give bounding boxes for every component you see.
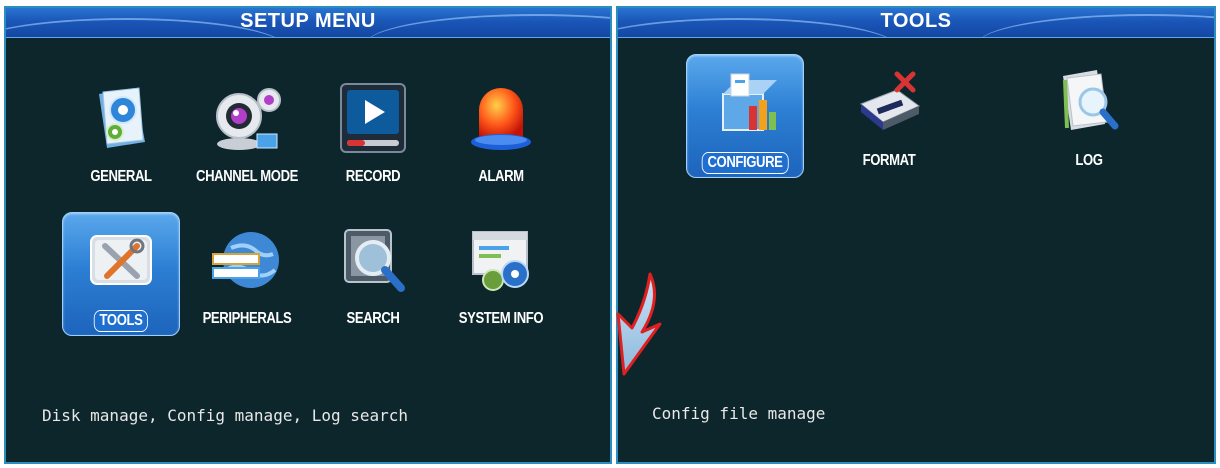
format-disk-icon xyxy=(853,66,925,138)
setup-menu-status-text: Disk manage, Config manage, Log search xyxy=(42,406,409,425)
menu-item-tools[interactable]: TOOLS xyxy=(58,212,184,342)
menu-item-channel-mode[interactable]: CHANNEL MODE xyxy=(184,70,310,200)
setup-menu-panel: SETUP MENU GENERAL CHANNEL MODE RECORD A… xyxy=(4,6,612,464)
globe-peripherals-icon xyxy=(211,224,283,296)
tools-item-configure-label: CONFIGURE xyxy=(701,152,789,174)
tools-item-configure[interactable]: CONFIGURE xyxy=(682,54,808,184)
tools-title: TOOLS xyxy=(880,10,952,32)
alarm-siren-icon xyxy=(465,82,537,154)
menu-item-peripherals-label: PERIPHERALS xyxy=(202,310,292,327)
menu-item-record-label: RECORD xyxy=(345,168,401,185)
tools-status-text: Config file manage xyxy=(652,404,826,423)
setup-menu-title: SETUP MENU xyxy=(240,10,376,32)
tools-icon xyxy=(85,224,157,296)
menu-item-alarm-label: ALARM xyxy=(478,168,524,185)
menu-item-search-label: SEARCH xyxy=(346,310,400,327)
menu-item-peripherals[interactable]: PERIPHERALS xyxy=(184,212,310,342)
configure-icon xyxy=(709,66,781,138)
menu-item-general-label: GENERAL xyxy=(90,168,152,185)
log-search-icon xyxy=(1053,66,1125,138)
menu-item-tools-label: TOOLS xyxy=(93,310,149,332)
menu-item-search[interactable]: SEARCH xyxy=(310,212,436,342)
webcam-icon xyxy=(211,82,283,154)
pointer-arrow-icon xyxy=(616,272,662,376)
menu-item-system-info[interactable]: SYSTEM INFO xyxy=(438,212,564,342)
tools-panel: TOOLS CONFIGURE FORMAT LOG Config file m… xyxy=(616,6,1216,464)
menu-item-alarm[interactable]: ALARM xyxy=(438,70,564,200)
general-settings-icon xyxy=(85,82,157,154)
setup-menu-titlebar: SETUP MENU xyxy=(6,8,610,38)
menu-item-channel-mode-label: CHANNEL MODE xyxy=(196,168,298,185)
tools-item-log[interactable]: LOG xyxy=(1026,54,1152,184)
menu-item-general[interactable]: GENERAL xyxy=(58,70,184,200)
tools-titlebar: TOOLS xyxy=(618,8,1214,38)
search-magnifier-icon xyxy=(337,224,409,296)
menu-item-record[interactable]: RECORD xyxy=(310,70,436,200)
menu-item-system-info-label: SYSTEM INFO xyxy=(458,310,544,327)
tools-item-format-label: FORMAT xyxy=(862,152,916,169)
system-info-gears-icon xyxy=(465,224,537,296)
record-player-icon xyxy=(337,82,409,154)
tools-item-log-label: LOG xyxy=(1075,152,1103,169)
tools-item-format[interactable]: FORMAT xyxy=(826,54,952,184)
